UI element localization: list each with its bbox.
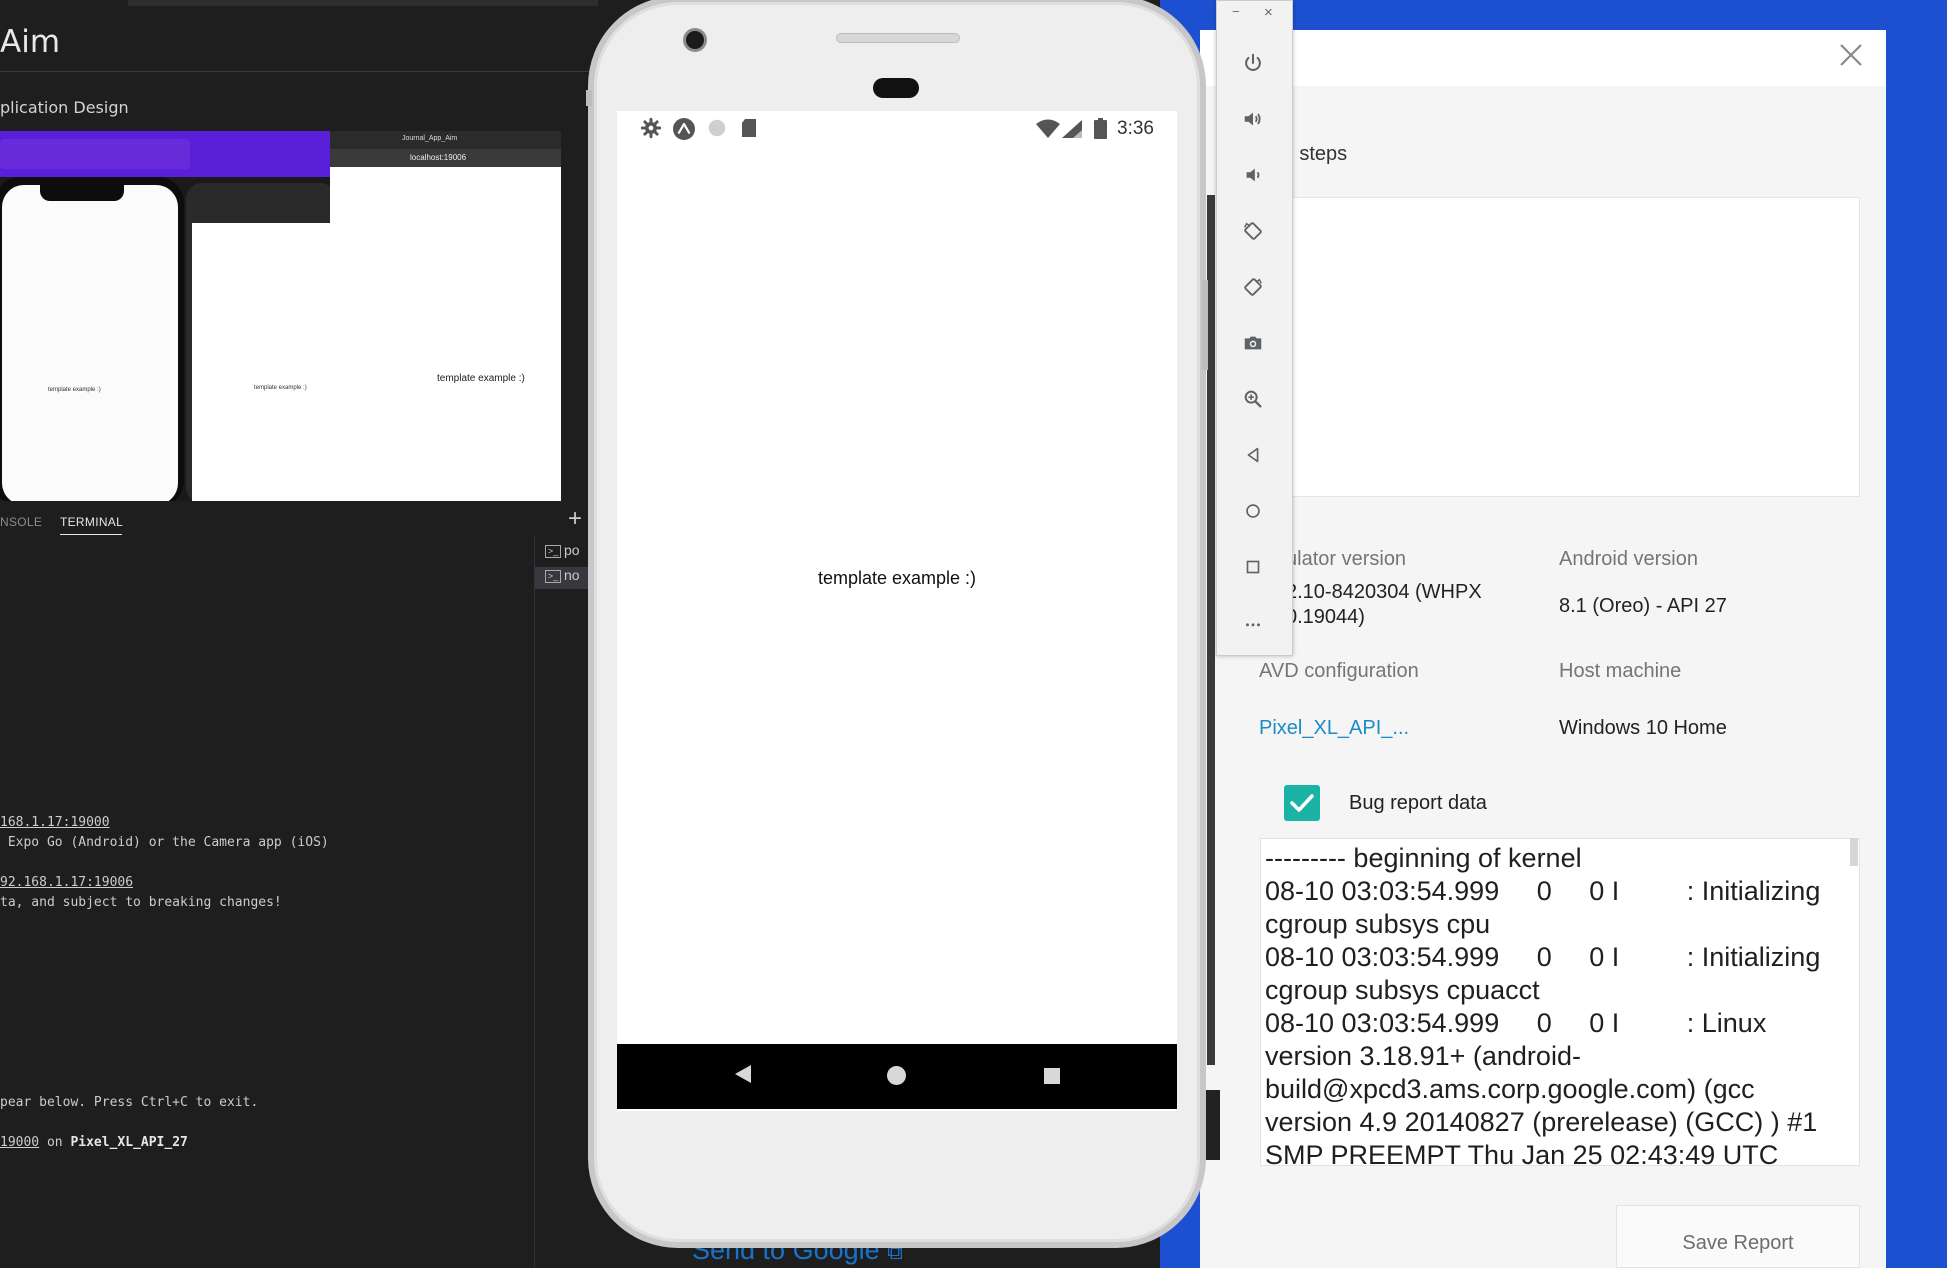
nav-back-icon[interactable] [734, 1064, 752, 1089]
signal-icon [1062, 120, 1082, 143]
wifi-icon [1036, 119, 1060, 144]
tab-debug-console[interactable]: NSOLE [0, 515, 42, 529]
battery-icon [1094, 118, 1107, 144]
host-machine-label: Host machine [1559, 660, 1682, 682]
volume-up-icon[interactable] [1237, 103, 1269, 135]
preview-browser-text: template example :) [437, 373, 525, 384]
plus-icon[interactable]: + [568, 505, 582, 533]
phone-sensor [873, 78, 919, 98]
power-icon[interactable] [1237, 47, 1269, 79]
front-camera [683, 28, 707, 52]
host-machine-value: Windows 10 Home [1559, 717, 1727, 739]
toolbar-close-button[interactable]: × [1264, 4, 1273, 21]
phone-speaker [836, 33, 960, 43]
terminal-icon: >_ [545, 544, 561, 558]
status-bar [617, 111, 1177, 149]
settings-gear-icon [640, 117, 662, 144]
emulator-version-value: 2.10-8420304 (WHPX 0.19044) [1286, 581, 1482, 628]
circle-status-icon [706, 117, 728, 144]
terminal-session-label: no [564, 567, 580, 583]
terminal-url-link[interactable]: 92.168.1.17:19006 [0, 875, 133, 890]
terminal-line: ta, and subject to breaking changes! [0, 895, 282, 910]
android-version-value: 8.1 (Oreo) - API 27 [1559, 595, 1727, 617]
checkmark-icon [1290, 794, 1314, 812]
expo-icon [672, 117, 696, 146]
terminal-text: on [39, 1135, 71, 1150]
zoom-icon[interactable] [1237, 383, 1269, 415]
avd-configuration-label: AVD configuration [1259, 660, 1419, 682]
preview-browser-tab: Journal_App_Aim [402, 135, 458, 142]
status-clock: 3:36 [1117, 118, 1154, 139]
repro-steps-input[interactable] [1260, 197, 1860, 497]
app-content-text: template example :) [817, 568, 977, 588]
phone-screen[interactable] [617, 111, 1177, 1111]
preview-android-text: template example :) [254, 385, 307, 391]
nav-home-icon[interactable] [887, 1066, 906, 1085]
camera-icon[interactable] [1237, 327, 1269, 359]
preview-browser [330, 131, 561, 501]
home-icon[interactable] [1237, 495, 1269, 527]
bug-report-log[interactable]: --------- beginning of kernel 08-10 03:0… [1260, 838, 1860, 1166]
editor-subtitle: plication Design [0, 98, 129, 117]
overview-icon[interactable] [1237, 551, 1269, 583]
rotate-left-icon[interactable] [1237, 215, 1269, 247]
back-icon[interactable] [1237, 439, 1269, 471]
dialog-header [1200, 30, 1886, 86]
close-icon[interactable] [1838, 40, 1864, 74]
save-report-button[interactable]: Save Report [1616, 1205, 1860, 1268]
terminal-icon: >_ [545, 569, 561, 583]
preview-simulator-bar [0, 139, 190, 169]
window-edge [1207, 195, 1215, 1065]
preview-iphone-notch [40, 185, 124, 201]
tab-terminal-active-indicator [60, 534, 122, 535]
terminal-session-label: po [564, 542, 580, 558]
android-version-label: Android version [1559, 548, 1698, 570]
preview-browser-url: localhost:19006 [410, 153, 467, 162]
preview-iphone-text: template example :) [48, 387, 101, 393]
terminal-session-item-active[interactable]: >_ no [535, 567, 590, 589]
phone-side-button [1202, 280, 1208, 370]
terminal-url-link[interactable]: 19000 [0, 1135, 39, 1150]
emulator-version-label: ulator version [1286, 548, 1407, 570]
avd-configuration-link[interactable]: Pixel_XL_API_... [1259, 716, 1409, 741]
tab-terminal[interactable]: TERMINAL [60, 515, 123, 529]
preview-iphone-screen [2, 185, 178, 501]
terminal-device-name: Pixel_XL_API_27 [70, 1135, 188, 1150]
terminal-line: Expo Go (Android) or the Camera app (iOS… [0, 835, 329, 850]
minimize-button[interactable]: − [1232, 4, 1240, 19]
volume-down-icon[interactable] [1237, 159, 1269, 191]
nav-recents-icon[interactable] [1044, 1068, 1060, 1084]
rotate-right-icon[interactable] [1237, 271, 1269, 303]
title-divider [0, 71, 590, 72]
terminal-url-link[interactable]: 168.1.17:19000 [0, 815, 110, 830]
sd-card-icon [740, 117, 758, 144]
bug-report-data-checkbox[interactable] [1284, 785, 1320, 821]
terminal-line: pear below. Press Ctrl+C to exit. [0, 1095, 259, 1110]
more-icon[interactable] [1237, 607, 1269, 639]
preview-android-screen [192, 223, 330, 501]
log-scrollbar[interactable] [1850, 838, 1858, 866]
bug-report-data-label: Bug report data [1349, 792, 1487, 814]
terminal-line: 19000 on Pixel_XL_API_27 [0, 1135, 188, 1150]
phone-side-button [586, 90, 592, 106]
editor-title: Aim [0, 24, 61, 60]
design-preview-image: Journal_App_Aim localhost:19006 [0, 131, 561, 501]
bug-report-log-text: --------- beginning of kernel 08-10 03:0… [1265, 843, 1821, 1166]
vscode-top-bar [128, 0, 598, 6]
